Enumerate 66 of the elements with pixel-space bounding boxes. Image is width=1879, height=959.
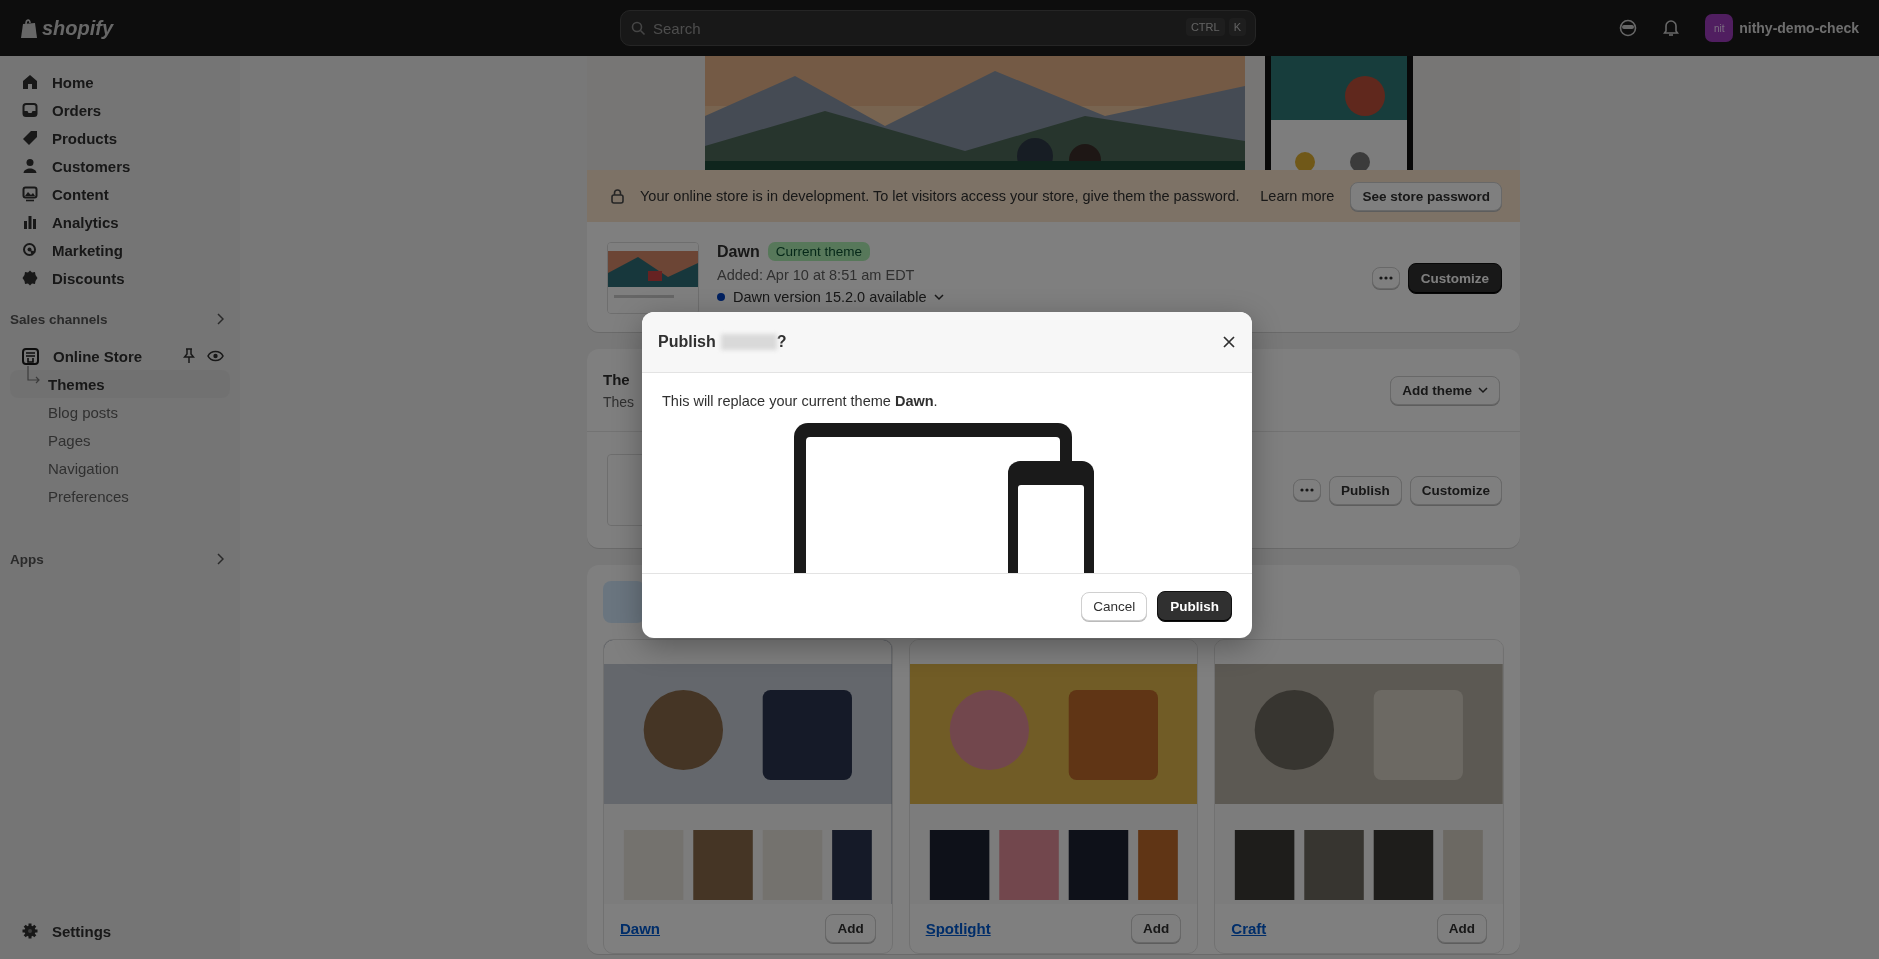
add-button[interactable]: Add bbox=[1436, 914, 1487, 943]
nav-subitem[interactable]: Navigation bbox=[10, 454, 230, 482]
theme-action-button[interactable]: Customize bbox=[1409, 475, 1502, 505]
add-theme-button[interactable]: Add theme bbox=[1390, 375, 1500, 405]
nav-item[interactable]: Content bbox=[10, 180, 230, 208]
nav-item[interactable]: Marketing bbox=[10, 236, 230, 264]
theme-name: Dawn bbox=[717, 242, 760, 261]
avatar[interactable]: nit bbox=[1705, 14, 1734, 42]
section-subtitle: Thes bbox=[603, 393, 635, 410]
logo-wordmark[interactable]: shopify bbox=[42, 16, 114, 40]
nav-subitem[interactable]: Blog posts bbox=[10, 398, 230, 426]
publish-button[interactable]: Publish bbox=[1157, 590, 1232, 622]
theme-link[interactable]: Craft bbox=[1231, 920, 1267, 937]
theme-link[interactable]: Dawn bbox=[620, 920, 660, 937]
nav-item[interactable]: Home bbox=[10, 68, 230, 96]
more-button[interactable] bbox=[1371, 267, 1400, 289]
section-heading: Sales channels bbox=[10, 311, 108, 327]
current-theme-badge: Current theme bbox=[767, 242, 870, 261]
customize-button[interactable]: Customize bbox=[1407, 262, 1502, 294]
branch-line-icon bbox=[26, 366, 42, 386]
chevron-right-icon[interactable] bbox=[216, 553, 224, 565]
cancel-button[interactable]: Cancel bbox=[1081, 591, 1148, 621]
nav-item[interactable]: Orders bbox=[10, 96, 230, 124]
added-date: Added: Apr 10 at 8:51 am EDT bbox=[717, 267, 916, 283]
close-icon[interactable] bbox=[1222, 335, 1236, 349]
nav-item[interactable]: Analytics bbox=[10, 208, 230, 236]
shortcut-key: CTRL bbox=[1185, 18, 1225, 36]
bell-icon[interactable] bbox=[1663, 19, 1680, 37]
see-store-password-button[interactable]: See store password bbox=[1350, 181, 1502, 211]
store-name[interactable]: nithy-demo-check bbox=[1739, 20, 1859, 36]
nav-item[interactable]: Customers bbox=[10, 152, 230, 180]
nav-item[interactable]: Online Store bbox=[10, 342, 183, 370]
nav-item[interactable]: Discounts bbox=[10, 264, 230, 292]
eye-icon[interactable] bbox=[207, 350, 224, 362]
update-notice[interactable]: Dawn version 15.2.0 available bbox=[733, 289, 927, 305]
add-button[interactable]: Add bbox=[825, 914, 876, 943]
section-heading: Apps bbox=[10, 551, 44, 567]
home-icon bbox=[22, 74, 38, 90]
chevron-down-icon bbox=[1478, 386, 1488, 394]
nav-subitem[interactable]: Preferences bbox=[10, 482, 230, 510]
dialog-message: This will replace your current theme Dawn. bbox=[662, 393, 938, 409]
chevron-down-icon[interactable] bbox=[934, 293, 945, 301]
more-button[interactable] bbox=[1292, 479, 1321, 501]
ellipsis-icon bbox=[1299, 488, 1314, 492]
banner-text: Your online store is in development. To let visitors access your store, give them the password. bbox=[640, 188, 1241, 204]
mask-face-icon[interactable] bbox=[1619, 19, 1638, 37]
lock-icon bbox=[611, 188, 624, 204]
redacted-blur bbox=[720, 334, 777, 350]
nav-item[interactable]: Products bbox=[10, 124, 230, 152]
chevron-right-icon[interactable] bbox=[216, 313, 224, 325]
storefront-icon bbox=[22, 347, 39, 365]
theme-action-button[interactable]: Publish bbox=[1328, 475, 1402, 505]
question-mark: ? bbox=[776, 333, 787, 351]
dialog-title: Publish bbox=[658, 333, 716, 351]
nav-subitem[interactable]: Pages bbox=[10, 426, 230, 454]
search-icon bbox=[631, 21, 646, 36]
add-button[interactable]: Add bbox=[1131, 914, 1182, 943]
ellipsis-icon bbox=[1378, 276, 1393, 280]
settings-item[interactable]: Settings bbox=[10, 917, 230, 945]
shopping-bag-icon bbox=[20, 17, 38, 39]
theme-link[interactable]: Spotlight bbox=[925, 920, 991, 937]
status-dot-icon bbox=[717, 293, 725, 301]
settings-icon bbox=[22, 923, 38, 939]
section-title: The bbox=[603, 370, 631, 388]
learn-more-link[interactable]: Learn more bbox=[1260, 188, 1335, 204]
pin-icon[interactable] bbox=[183, 348, 195, 364]
